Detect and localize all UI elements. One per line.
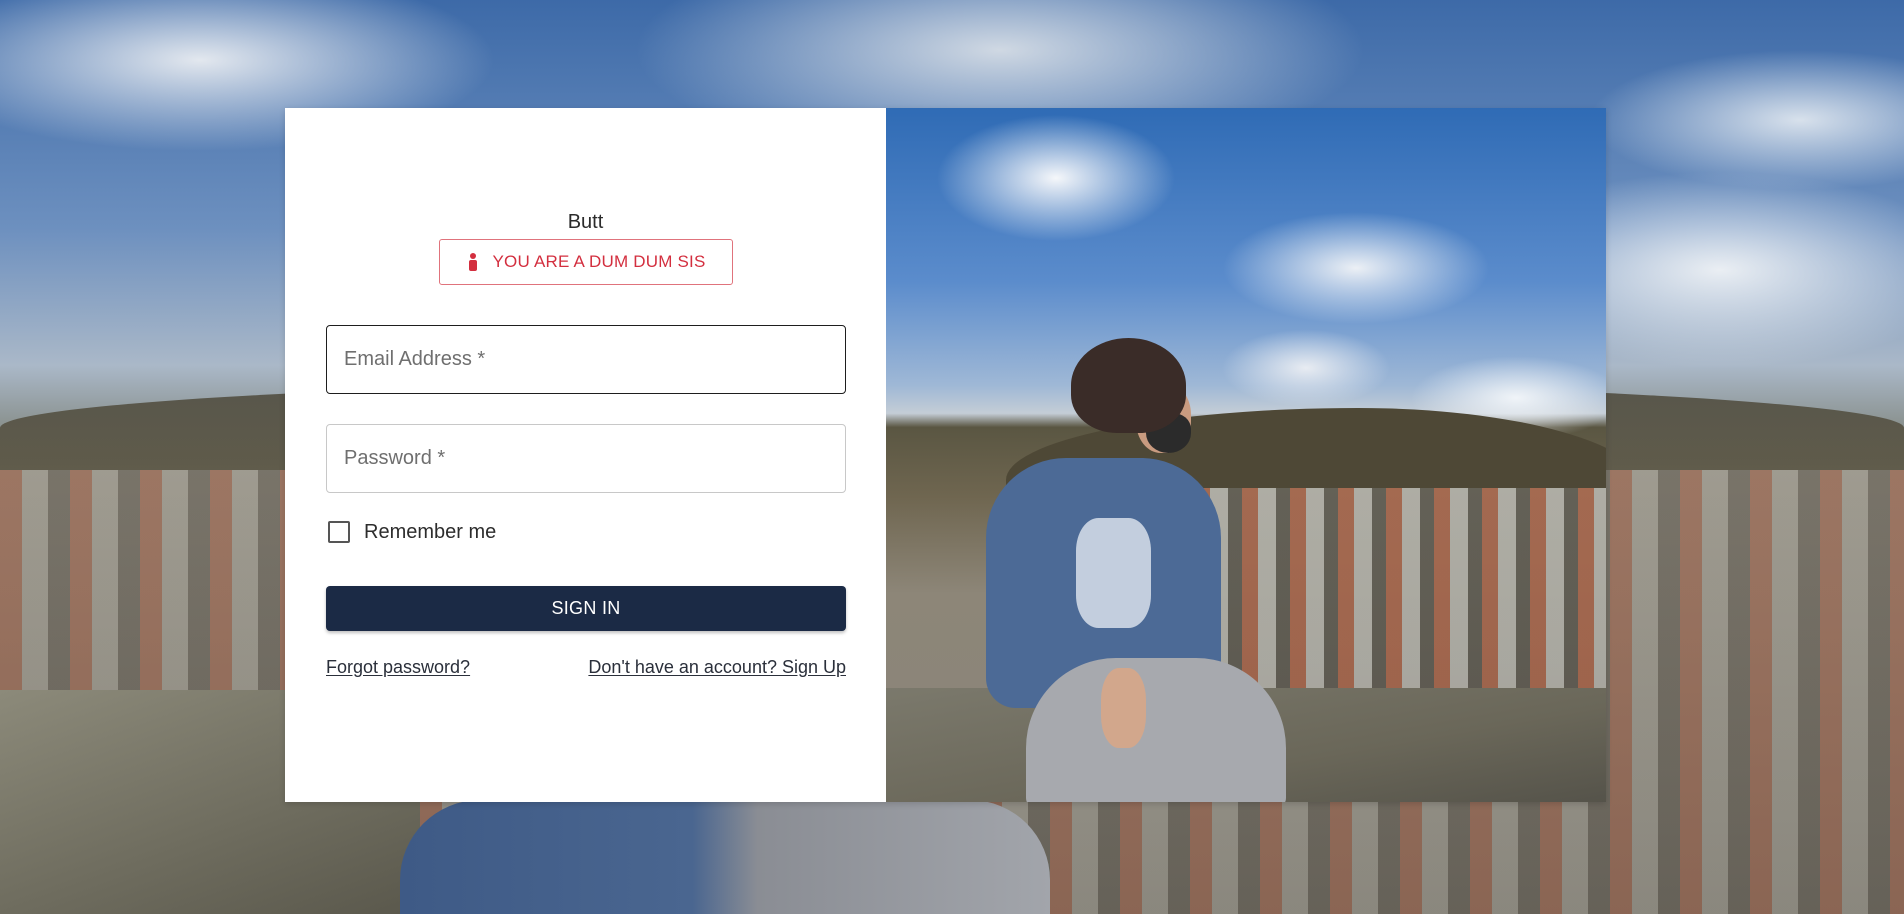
email-field[interactable]: Email Address * [326, 325, 846, 394]
app-title: Butt [567, 211, 604, 233]
remember-me[interactable]: Remember me [326, 517, 496, 547]
side-photo [886, 108, 1606, 802]
error-alert: YOU ARE A DUM DUM SIS [439, 239, 733, 285]
photo-person [986, 338, 1286, 802]
remember-me-label: Remember me [364, 520, 497, 543]
remember-me-checkbox[interactable] [328, 521, 350, 543]
background-person [400, 800, 1050, 914]
login-form-panel: Butt YOU ARE A DUM DUM SIS Email Address… [285, 108, 886, 802]
error-alert-message: YOU ARE A DUM DUM SIS [492, 252, 706, 271]
person-icon [467, 252, 479, 272]
sign-in-button[interactable]: SIGN IN [326, 586, 846, 631]
password-field[interactable]: Password * [326, 424, 846, 493]
email-field-placeholder: Email Address * [344, 348, 486, 370]
password-field-placeholder: Password * [344, 447, 446, 469]
forgot-password-link[interactable]: Forgot password? [326, 657, 470, 678]
login-card: Butt YOU ARE A DUM DUM SIS Email Address… [285, 108, 1606, 802]
sign-up-link[interactable]: Don't have an account? Sign Up [588, 657, 846, 678]
